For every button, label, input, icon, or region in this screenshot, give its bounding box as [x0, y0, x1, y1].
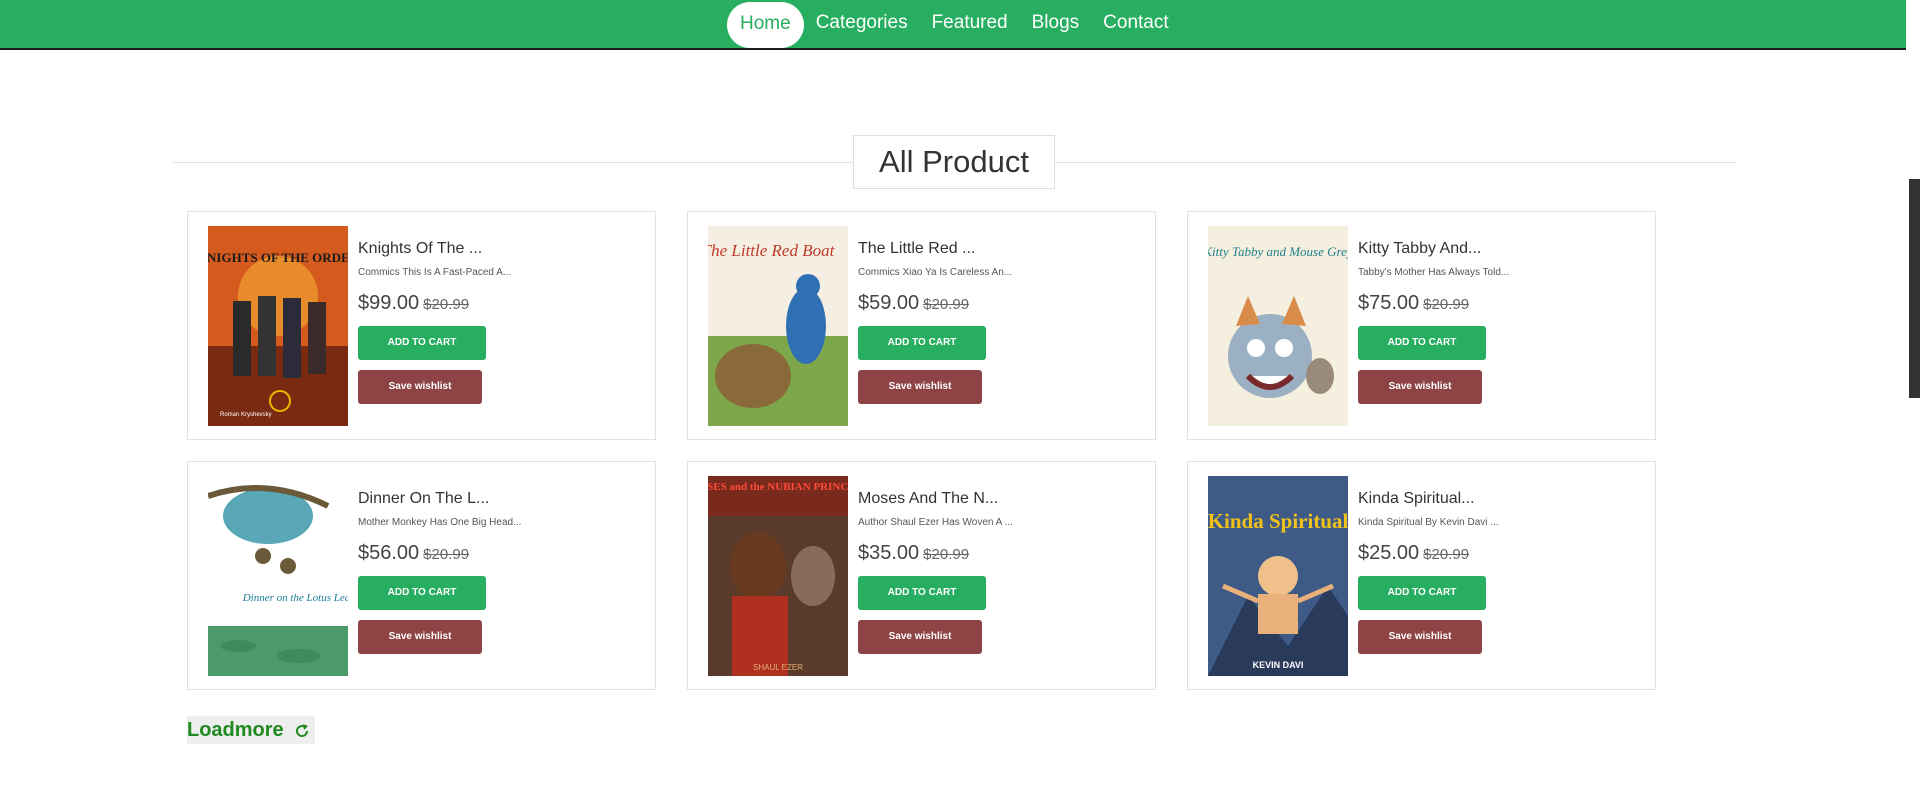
product-price: $75.00 [1358, 292, 1420, 314]
price-row: $56.00 $20.99 [358, 542, 643, 565]
cover-title-text: MOSES and the NUBIAN PRINCESS [708, 481, 848, 493]
add-to-cart-button[interactable]: ADD TO CART [1358, 576, 1486, 610]
nav-contact[interactable]: Contact [1091, 0, 1180, 48]
book-cover-kinda-spiritual-art: Kinda Spiritual KEVIN DAVI [1208, 476, 1348, 676]
add-to-cart-button[interactable]: ADD TO CART [358, 576, 486, 610]
product-card: Dinner on the Lotus Leaf Dinner On The L… [187, 461, 656, 690]
book-cover-knights-art: KNIGHTS OF THE ORDER Roman Kryshevsky [208, 226, 348, 426]
add-to-cart-button[interactable]: ADD TO CART [1358, 326, 1486, 360]
book-cover-moses[interactable]: MOSES and the NUBIAN PRINCESS SHAUL EZER [708, 476, 848, 676]
add-to-cart-button[interactable]: ADD TO CART [858, 576, 986, 610]
loadmore-label: Loadmore [187, 719, 284, 741]
book-cover-knights[interactable]: KNIGHTS OF THE ORDER Roman Kryshevsky [208, 226, 348, 426]
product-price: $35.00 [858, 542, 920, 564]
product-price: $25.00 [1358, 542, 1420, 564]
product-card: Kitty Tabby and Mouse Grey Kitty Tabby A… [1187, 211, 1656, 440]
product-card: The Little Red Boat The Little Red ... C… [687, 211, 1156, 440]
product-info: Dinner On The L... Mother Monkey Has One… [358, 476, 643, 654]
nav-menu: Home Categories Featured Blogs Contact [727, 0, 1181, 48]
nav-home[interactable]: Home [727, 1, 804, 48]
product-description: Author Shaul Ezer Has Woven A ... [858, 517, 1013, 528]
product-old-price: $20.99 [423, 296, 470, 313]
product-title[interactable]: Kinda Spiritual... [1358, 490, 1643, 508]
save-wishlist-button[interactable]: Save wishlist [1358, 620, 1482, 654]
product-title[interactable]: The Little Red ... [858, 240, 1143, 258]
book-cover-dinner-lotus[interactable]: Dinner on the Lotus Leaf [208, 476, 348, 676]
product-card: KNIGHTS OF THE ORDER Roman Kryshevsky Kn… [187, 211, 656, 440]
add-to-cart-button[interactable]: ADD TO CART [358, 326, 486, 360]
product-old-price: $20.99 [1423, 296, 1470, 313]
loadmore-button[interactable]: Loadmore [187, 716, 316, 744]
save-wishlist-button[interactable]: Save wishlist [1358, 370, 1482, 404]
cover-title-text: KNIGHTS OF THE ORDER [208, 250, 348, 265]
nav-blogs[interactable]: Blogs [1020, 0, 1092, 48]
cover-author-text: Roman Kryshevsky [220, 412, 272, 418]
product-description: Kinda Spiritual By Kevin Davi ... [1358, 517, 1499, 528]
cover-title-text: Kinda Spiritual [1208, 509, 1348, 533]
top-navbar: Home Categories Featured Blogs Contact [0, 0, 1906, 50]
product-price: $59.00 [858, 292, 920, 314]
cover-title-text: The Little Red Boat [708, 241, 836, 260]
price-row: $35.00 $20.99 [858, 542, 1143, 565]
add-to-cart-button[interactable]: ADD TO CART [858, 326, 986, 360]
book-cover-kitty-tabby-art: Kitty Tabby and Mouse Grey [1208, 226, 1348, 426]
book-cover-kitty-tabby[interactable]: Kitty Tabby and Mouse Grey [1208, 226, 1348, 426]
book-cover-dinner-lotus-art: Dinner on the Lotus Leaf [208, 476, 348, 676]
page-scrollbar-thumb[interactable] [1909, 179, 1920, 398]
section-title: All Product [853, 135, 1055, 189]
product-card: MOSES and the NUBIAN PRINCESS SHAUL EZER… [687, 461, 1156, 690]
product-old-price: $20.99 [923, 296, 970, 313]
product-price: $99.00 [358, 292, 420, 314]
cover-title-text: Dinner on the Lotus Leaf [242, 592, 348, 604]
price-row: $59.00 $20.99 [858, 292, 1143, 315]
book-cover-kinda-spiritual[interactable]: Kinda Spiritual KEVIN DAVI [1208, 476, 1348, 676]
cover-author-text: KEVIN DAVI [1253, 660, 1304, 670]
price-row: $99.00 $20.99 [358, 292, 643, 315]
product-price: $56.00 [358, 542, 420, 564]
book-cover-moses-art: MOSES and the NUBIAN PRINCESS SHAUL EZER [708, 476, 848, 676]
product-info: The Little Red ... Commics Xiao Ya Is Ca… [858, 226, 1143, 404]
cover-title-text: Kitty Tabby and Mouse Grey [1208, 244, 1348, 259]
product-info: Kinda Spiritual... Kinda Spiritual By Ke… [1358, 476, 1643, 654]
product-title[interactable]: Moses And The N... [858, 490, 1143, 508]
price-row: $25.00 $20.99 [1358, 542, 1643, 565]
product-old-price: $20.99 [423, 546, 470, 563]
product-title[interactable]: Kitty Tabby And... [1358, 240, 1643, 258]
product-old-price: $20.99 [923, 546, 970, 563]
book-cover-little-red-boat-art: The Little Red Boat [708, 226, 848, 426]
nav-featured[interactable]: Featured [920, 0, 1020, 48]
save-wishlist-button[interactable]: Save wishlist [858, 370, 982, 404]
nav-categories[interactable]: Categories [804, 0, 920, 48]
product-info: Moses And The N... Author Shaul Ezer Has… [858, 476, 1143, 654]
product-info: Kitty Tabby And... Tabby's Mother Has Al… [1358, 226, 1643, 404]
save-wishlist-button[interactable]: Save wishlist [858, 620, 982, 654]
book-cover-little-red-boat[interactable]: The Little Red Boat [708, 226, 848, 426]
price-row: $75.00 $20.99 [1358, 292, 1643, 315]
save-wishlist-button[interactable]: Save wishlist [358, 370, 482, 404]
product-card: Kinda Spiritual KEVIN DAVI Kinda Spiritu… [1187, 461, 1656, 690]
refresh-icon [296, 723, 309, 737]
product-description: Commics Xiao Ya Is Careless An... [858, 267, 1013, 278]
save-wishlist-button[interactable]: Save wishlist [358, 620, 482, 654]
product-description: Commics This Is A Fast-Paced A... [358, 267, 512, 278]
product-title[interactable]: Dinner On The L... [358, 490, 643, 508]
product-description: Tabby's Mother Has Always Told... [1358, 267, 1510, 278]
product-description: Mother Monkey Has One Big Head... [358, 517, 522, 528]
product-info: Knights Of The ... Commics This Is A Fas… [358, 226, 643, 404]
cover-author-text: SHAUL EZER [753, 663, 803, 672]
product-old-price: $20.99 [1423, 546, 1470, 563]
product-title[interactable]: Knights Of The ... [358, 240, 643, 258]
